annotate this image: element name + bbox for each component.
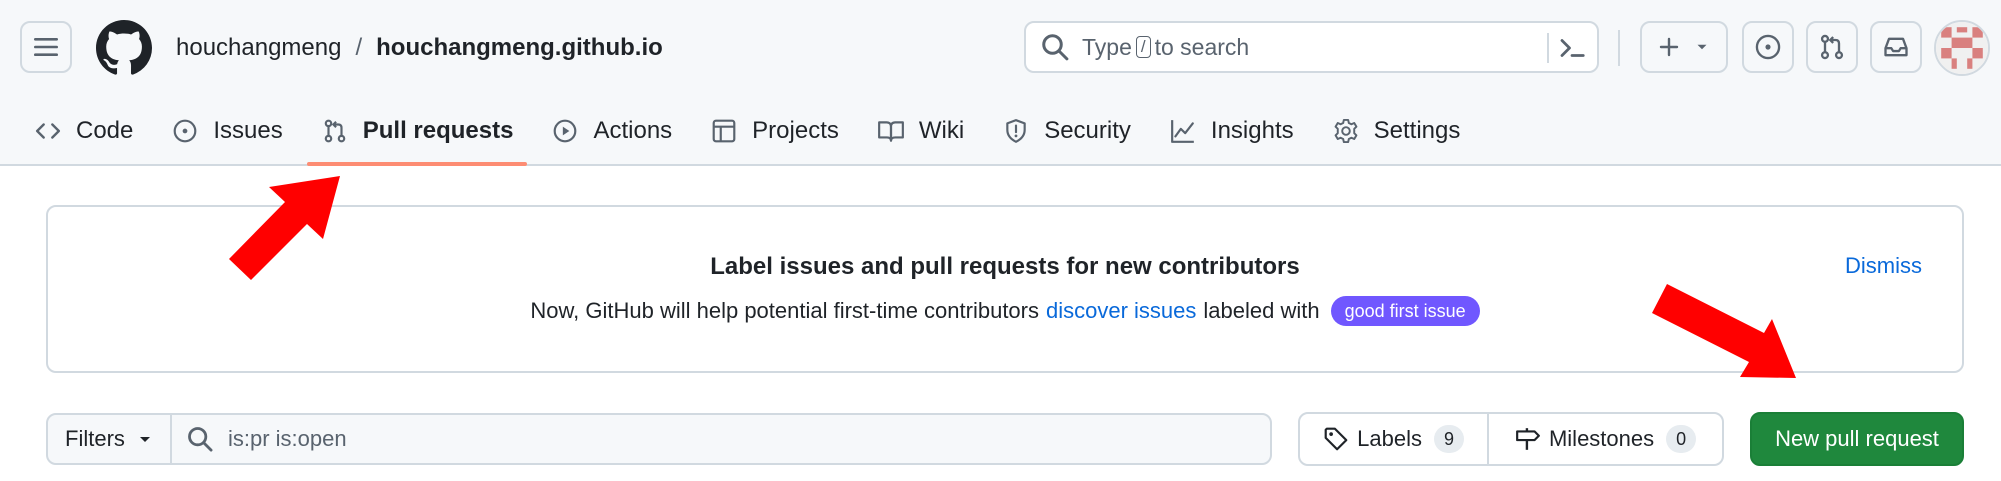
plus-icon <box>1659 37 1679 57</box>
good-first-issue-label[interactable]: good first issue <box>1330 296 1480 326</box>
new-pull-request-button[interactable]: New pull request <box>1750 412 1964 466</box>
labels-milestones-group: Labels 9 Milestones 0 <box>1298 412 1724 466</box>
filter-search-input[interactable]: is:pr is:open <box>170 413 1272 465</box>
filters-button[interactable]: Filters <box>46 413 172 465</box>
command-palette-icon[interactable] <box>1557 33 1587 63</box>
milestones-button[interactable]: Milestones 0 <box>1489 414 1722 464</box>
search-divider <box>1547 33 1549 63</box>
tab-code[interactable]: Code <box>20 98 147 164</box>
tag-icon <box>1324 427 1348 451</box>
repo-link[interactable]: houchangmeng.github.io <box>376 32 663 64</box>
repo-nav: Code Issues Pull requests Actions Projec… <box>20 98 1484 166</box>
tab-projects[interactable]: Projects <box>696 98 853 164</box>
gear-icon <box>1334 118 1357 144</box>
play-icon <box>554 119 577 143</box>
milestones-label: Milestones <box>1548 426 1655 451</box>
labels-button[interactable]: Labels 9 <box>1300 414 1490 464</box>
search-icon <box>188 427 213 452</box>
search-suffix: to search <box>1154 33 1250 60</box>
tab-security[interactable]: Security <box>988 98 1145 164</box>
search-prefix: Type <box>1082 33 1132 60</box>
user-avatar[interactable] <box>1934 20 1990 76</box>
issue-icon <box>1755 34 1781 60</box>
menu-button[interactable] <box>20 21 72 73</box>
create-new-button[interactable] <box>1640 21 1728 73</box>
inbox-button[interactable] <box>1870 21 1922 73</box>
your-issues-button[interactable] <box>1742 21 1794 73</box>
dismiss-button[interactable]: Dismiss <box>1845 253 1922 279</box>
inbox-icon <box>1884 37 1908 57</box>
search-input[interactable]: Type / to search <box>1024 21 1599 73</box>
your-pull-requests-button[interactable] <box>1806 21 1858 73</box>
tab-label: Pull requests <box>362 117 514 144</box>
book-icon <box>877 121 904 142</box>
tab-label: Code <box>76 117 134 144</box>
tab-issues[interactable]: Issues <box>157 98 296 164</box>
tab-settings[interactable]: Settings <box>1318 98 1475 164</box>
filter-query: is:pr is:open <box>228 426 347 451</box>
tab-wiki[interactable]: Wiki <box>863 98 978 164</box>
owner-link[interactable]: houchangmeng <box>176 32 341 64</box>
milestone-icon <box>1516 428 1540 450</box>
issue-icon <box>174 119 197 143</box>
github-logo-icon[interactable] <box>96 20 152 76</box>
top-bar: houchangmeng / houchangmeng.github.io Ty… <box>0 0 2001 96</box>
tab-label: Settings <box>1373 117 1461 144</box>
tab-label: Wiki <box>918 117 965 144</box>
pull-request-icon <box>324 119 346 143</box>
breadcrumb-separator: / <box>355 34 363 61</box>
tab-label: Security <box>1044 117 1131 144</box>
search-icon <box>1042 34 1069 61</box>
tab-actions[interactable]: Actions <box>537 98 686 164</box>
filters-label: Filters <box>65 426 125 451</box>
labels-label: Labels <box>1357 426 1422 451</box>
table-icon <box>712 119 736 143</box>
tab-insights[interactable]: Insights <box>1155 98 1308 164</box>
discover-issues-link[interactable]: discover issues <box>1046 298 1196 324</box>
banner-text-after: labeled with <box>1203 298 1320 323</box>
search-placeholder: Type / to search <box>1082 34 1249 61</box>
header-divider <box>1618 30 1620 66</box>
tab-label: Projects <box>752 117 839 144</box>
repo-header: houchangmeng / houchangmeng.github.io Ty… <box>0 0 2001 166</box>
hamburger-icon <box>34 38 58 56</box>
tab-pull-requests[interactable]: Pull requests <box>306 98 528 166</box>
tab-label: Actions <box>593 117 673 144</box>
search-shortcut-key: / <box>1135 36 1151 58</box>
caret-down-icon <box>139 437 150 442</box>
code-icon <box>35 123 61 139</box>
caret-down-icon <box>1697 44 1707 50</box>
pull-request-icon <box>1820 34 1844 60</box>
graph-icon <box>1170 120 1194 143</box>
banner-text-before: Now, GitHub will help potential first-ti… <box>530 298 1039 323</box>
identicon-icon <box>1936 22 1988 74</box>
annotation-arrow-icon <box>229 176 340 280</box>
shield-icon <box>1006 119 1026 143</box>
breadcrumb: houchangmeng / houchangmeng.github.io <box>176 32 663 64</box>
milestones-count: 0 <box>1666 425 1697 453</box>
labels-count: 9 <box>1433 425 1464 453</box>
tab-label: Insights <box>1210 117 1294 144</box>
annotation-arrow-icon <box>1652 284 1796 378</box>
tab-label: Issues <box>213 117 283 144</box>
